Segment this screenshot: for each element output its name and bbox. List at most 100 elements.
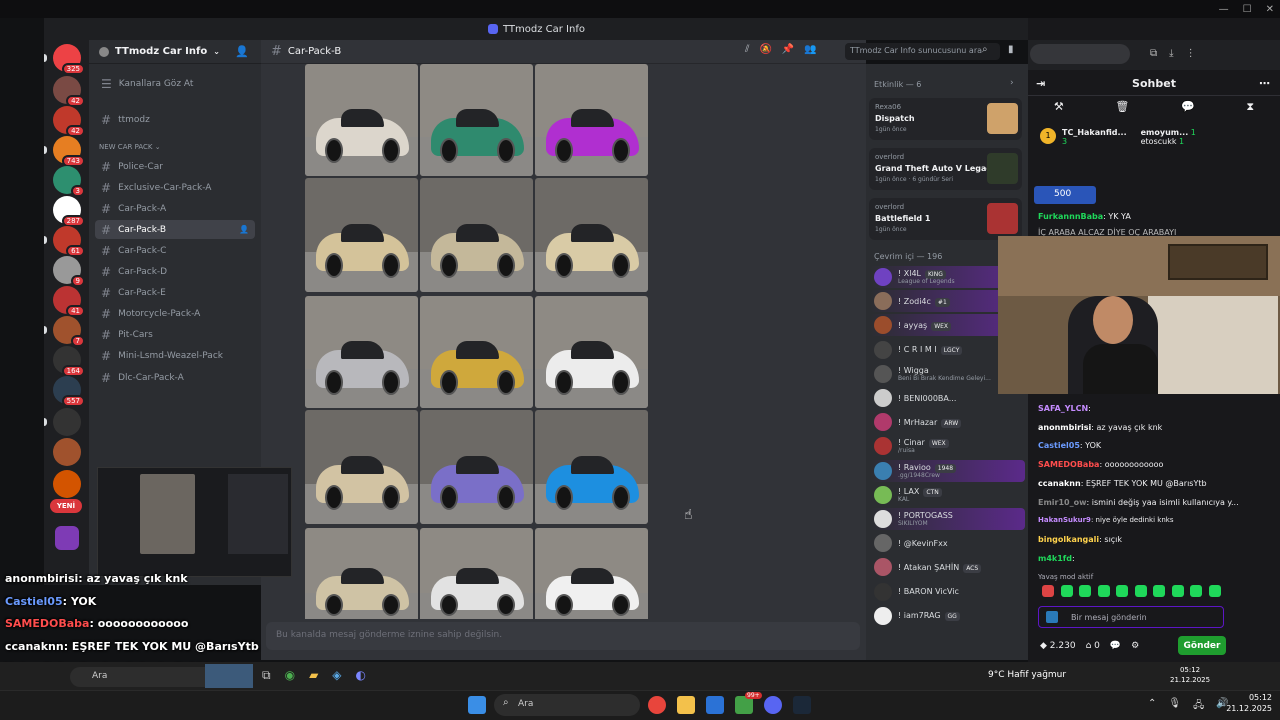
- discord-icon[interactable]: [764, 696, 782, 714]
- invite-icon[interactable]: 👤: [235, 45, 249, 58]
- steam-icon[interactable]: [793, 696, 811, 714]
- more-icon[interactable]: ⋯: [1259, 77, 1270, 90]
- member-row[interactable]: ! LAX CTN KAL: [870, 484, 1025, 506]
- emote-icon[interactable]: [1171, 585, 1184, 597]
- server-icon[interactable]: 3: [53, 166, 85, 197]
- channel-item[interactable]: # Motorcycle-Pack-A: [95, 305, 255, 324]
- emote-icon[interactable]: [1060, 585, 1073, 597]
- trash-icon[interactable]: 🗑: [1115, 100, 1129, 124]
- collapse-icon[interactable]: ⇥: [1036, 77, 1045, 90]
- channel-item[interactable]: # Exclusive-Car-Pack-A: [95, 178, 255, 197]
- car-image[interactable]: [420, 528, 533, 619]
- member-row[interactable]: ! Atakan ŞAHİN ACS: [870, 556, 1025, 578]
- car-image[interactable]: [535, 528, 648, 619]
- chrome-icon[interactable]: ◉: [285, 668, 295, 683]
- emote-icon[interactable]: [1153, 585, 1165, 597]
- microphone-icon[interactable]: 🎙: [1168, 698, 1181, 715]
- car-image[interactable]: [535, 410, 648, 524]
- channel-item[interactable]: # Car-Pack-E: [95, 284, 255, 303]
- channel-points-box[interactable]: ⌂ 0: [1086, 641, 1100, 651]
- folder-icon[interactable]: ▰: [309, 668, 318, 683]
- server-icon[interactable]: 42: [53, 76, 85, 107]
- member-row[interactable]: ! BARON VicVic: [870, 581, 1025, 603]
- server-icon[interactable]: 61: [53, 226, 85, 257]
- car-image[interactable]: [420, 64, 533, 176]
- server-icon[interactable]: 287: [53, 196, 85, 227]
- discord-icon[interactable]: ◐: [356, 668, 366, 683]
- chat-bubble-icon[interactable]: 💬: [1181, 100, 1195, 124]
- more-icon[interactable]: ⋮: [1186, 48, 1196, 59]
- chat-message-input[interactable]: Bir mesaj gönderin: [1038, 606, 1224, 628]
- member-list-icon[interactable]: 👥: [804, 44, 816, 55]
- activity-card[interactable]: overlord Grand Theft Auto V Legacy 1gün ön…: [869, 148, 1022, 190]
- member-row[interactable]: ! PORTOGASS SIKILIYOM: [870, 508, 1025, 530]
- server-icon[interactable]: 41: [53, 286, 85, 317]
- server-icon[interactable]: [53, 438, 81, 466]
- car-image[interactable]: [305, 178, 418, 292]
- car-image[interactable]: [535, 296, 648, 408]
- inbox-icon[interactable]: ▮: [1008, 44, 1014, 55]
- car-image[interactable]: [420, 296, 533, 408]
- chrome-icon[interactable]: [648, 696, 666, 714]
- car-image[interactable]: [535, 64, 648, 176]
- category-header[interactable]: NEW CAR PACK ⌄: [99, 143, 161, 151]
- member-row[interactable]: ! MrHazar ARW: [870, 411, 1025, 433]
- server-icon[interactable]: 325: [53, 44, 85, 75]
- emote-icon[interactable]: [1208, 585, 1221, 597]
- car-image[interactable]: [535, 178, 648, 292]
- minimize-icon[interactable]: —: [1219, 4, 1229, 15]
- add-server-icon[interactable]: [55, 526, 79, 550]
- member-row[interactable]: ! @KevinFxx: [870, 532, 1025, 554]
- emote-icon[interactable]: [1079, 585, 1091, 597]
- emote-icon[interactable]: [1190, 585, 1202, 597]
- bits-badge[interactable]: 500: [1034, 186, 1096, 204]
- task-view-icon[interactable]: ⧉: [262, 668, 271, 683]
- server-icon[interactable]: 7: [53, 316, 85, 347]
- browser-address-bar[interactable]: [1030, 44, 1130, 64]
- file-explorer-icon[interactable]: [677, 696, 695, 714]
- chat-icon[interactable]: 💬: [1110, 641, 1121, 651]
- add-member-icon[interactable]: 👤: [239, 225, 249, 234]
- channel-item[interactable]: # Police-Car: [95, 157, 255, 176]
- notification-bell-icon[interactable]: 🔕: [759, 44, 771, 55]
- mail-icon[interactable]: [706, 696, 724, 714]
- send-button[interactable]: Gönder: [1178, 636, 1226, 655]
- points-counter[interactable]: ◆ 2.230: [1040, 641, 1076, 651]
- channel-item[interactable]: # Car-Pack-A: [95, 199, 255, 218]
- browse-channels[interactable]: ☰ Kanallara Göz At: [95, 74, 255, 93]
- server-header[interactable]: TTmodz Car Info ⌄ 👤: [89, 40, 261, 64]
- screen-share-preview[interactable]: [97, 467, 292, 577]
- close-icon[interactable]: ✕: [1266, 4, 1274, 15]
- car-image[interactable]: [420, 410, 533, 524]
- hammer-icon[interactable]: ⚒: [1054, 100, 1064, 124]
- channel-item[interactable]: # Mini-Lsmd-Weazel-Pack: [95, 347, 255, 366]
- windows-start-icon[interactable]: [468, 696, 486, 714]
- maximize-icon[interactable]: ☐: [1243, 4, 1252, 15]
- member-row[interactable]: ! Ravioo 1948 .gg/1948Crew: [870, 459, 1025, 482]
- network-icon[interactable]: 🖧: [1193, 698, 1204, 715]
- taskbar-clock[interactable]: 05:12 21.12.2025: [1226, 692, 1272, 714]
- emote-icon[interactable]: [1134, 585, 1147, 597]
- server-icon[interactable]: 9: [53, 256, 85, 287]
- threads-icon[interactable]: ⫽: [745, 44, 749, 55]
- extension-icon[interactable]: ⧉: [1150, 48, 1157, 59]
- settings-gear-icon[interactable]: ⚙: [1131, 641, 1139, 651]
- member-row[interactable]: ! Cinar WEX/ruisa: [870, 435, 1025, 457]
- channel-item[interactable]: # Dlc-Car-Pack-A: [95, 368, 255, 387]
- activity-card[interactable]: overlord Battlefield 1 1gün önce: [869, 198, 1022, 240]
- server-icon[interactable]: 557: [53, 376, 85, 407]
- activity-card[interactable]: Rexa06 Dispatch 1gün önce: [869, 98, 1022, 140]
- download-icon[interactable]: ⤓: [1169, 48, 1173, 59]
- server-icon[interactable]: [53, 408, 81, 436]
- server-search-input[interactable]: TTmodz Car Info sunucusunu ara: [845, 43, 1000, 60]
- pin-icon[interactable]: 📌: [782, 44, 794, 55]
- chevron-up-icon[interactable]: ⌃: [1148, 698, 1156, 715]
- app-icon[interactable]: ◈: [332, 668, 341, 683]
- emote-icon[interactable]: [1097, 585, 1110, 597]
- hourglass-icon[interactable]: ⧗: [1246, 100, 1254, 124]
- member-row[interactable]: ! iam7RAG GG: [870, 605, 1025, 627]
- car-image[interactable]: [305, 64, 418, 176]
- emote-icon[interactable]: [1116, 585, 1128, 597]
- car-image[interactable]: [420, 178, 533, 292]
- car-image[interactable]: [305, 296, 418, 408]
